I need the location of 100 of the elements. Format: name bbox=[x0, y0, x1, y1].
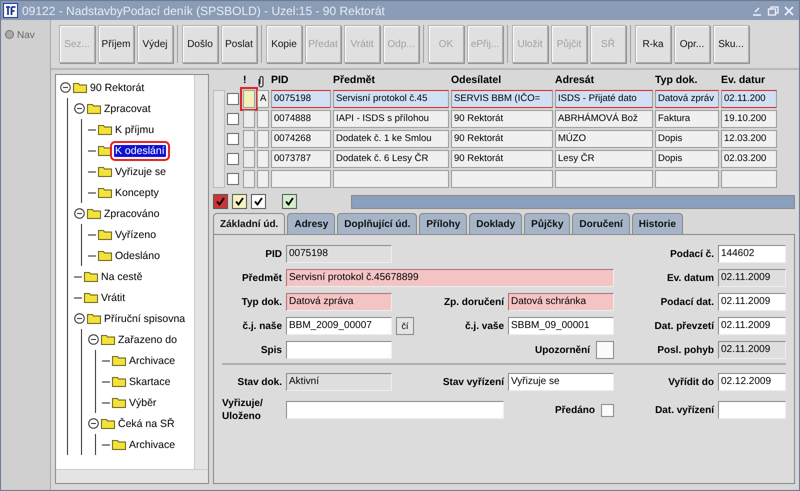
column-header[interactable]: Adresát bbox=[555, 74, 653, 88]
tree-item[interactable]: Zpracováno bbox=[103, 208, 160, 220]
table-cell: 90 Rektorát bbox=[451, 110, 553, 128]
input-field[interactable] bbox=[286, 341, 392, 359]
toolbar-button[interactable]: Došlo bbox=[182, 25, 218, 63]
row-checkbox[interactable] bbox=[227, 133, 239, 145]
toolbar-button[interactable]: Poslat bbox=[221, 25, 257, 63]
collapse-icon[interactable] bbox=[74, 208, 85, 219]
tree-item[interactable]: Vrátit bbox=[100, 292, 126, 304]
table-cell: 90 Rektorát bbox=[451, 150, 553, 168]
table-cell: 0073787 bbox=[271, 150, 331, 168]
tab[interactable]: Základní úd. bbox=[213, 213, 286, 234]
nav-label[interactable]: Nav bbox=[17, 30, 35, 41]
input-field[interactable]: Vyřizuje se bbox=[508, 373, 614, 391]
folder-icon bbox=[73, 82, 87, 93]
tree-item[interactable]: Odesláno bbox=[114, 250, 161, 262]
input-field[interactable] bbox=[596, 341, 614, 359]
toolbar-button[interactable]: Výdej bbox=[137, 25, 173, 63]
row-checkbox[interactable] bbox=[227, 93, 239, 105]
field-label: Vyřídit do bbox=[667, 376, 714, 388]
input-field[interactable]: Aktivní bbox=[286, 373, 392, 391]
tree-item[interactable]: Skartace bbox=[128, 376, 172, 388]
collapse-icon[interactable] bbox=[88, 418, 99, 429]
input-field[interactable]: 02.11.2009 bbox=[718, 293, 786, 311]
table-cell: 19.10.200 bbox=[721, 110, 777, 128]
filter-checkbox[interactable] bbox=[282, 194, 297, 209]
row-checkbox[interactable] bbox=[227, 153, 239, 165]
table-cell: Lesy ČR bbox=[555, 150, 653, 168]
collapse-icon[interactable] bbox=[74, 103, 85, 114]
column-header[interactable]: Odesílatel bbox=[451, 74, 553, 88]
toolbar-button[interactable]: Příjem bbox=[98, 25, 134, 63]
row-checkbox[interactable] bbox=[227, 173, 239, 185]
horizontal-scrollbar[interactable] bbox=[351, 194, 795, 208]
table-cell: 12.03.200 bbox=[721, 130, 777, 148]
tab[interactable]: Půjčky bbox=[524, 213, 570, 234]
paperclip-icon bbox=[257, 74, 265, 88]
tree-item[interactable]: Koncepty bbox=[114, 186, 160, 198]
tree-item[interactable]: Čeká na SŘ bbox=[117, 418, 176, 430]
input-field[interactable] bbox=[286, 401, 504, 419]
tree-item[interactable]: Výběr bbox=[128, 396, 158, 408]
tab[interactable]: Adresy bbox=[287, 213, 336, 234]
input-field[interactable]: 02.11.2009 bbox=[718, 269, 786, 287]
tree-item[interactable]: Zpracovat bbox=[103, 102, 152, 114]
tree-item[interactable]: Na cestě bbox=[100, 270, 144, 282]
tree-item[interactable]: Vyřízeno bbox=[114, 228, 158, 240]
lookup-button[interactable]: čí bbox=[396, 317, 414, 335]
column-header[interactable]: Předmět bbox=[333, 74, 449, 88]
tree-connector bbox=[102, 360, 110, 362]
input-field[interactable]: 0075198 bbox=[286, 245, 392, 263]
checkbox[interactable] bbox=[601, 404, 614, 416]
input-field[interactable] bbox=[718, 401, 786, 419]
tab[interactable]: Doklady bbox=[469, 213, 522, 234]
tree-item[interactable]: Archivace bbox=[128, 354, 176, 366]
column-header[interactable]: Typ dok. bbox=[655, 74, 719, 88]
app-logo-icon bbox=[3, 3, 18, 18]
input-field[interactable]: 02.12.2009 bbox=[718, 373, 786, 391]
tab[interactable]: Historie bbox=[632, 213, 683, 234]
tree-item[interactable]: K odeslání bbox=[114, 144, 166, 156]
tree-item[interactable]: K příjmu bbox=[114, 124, 156, 136]
input-field[interactable]: 02.11.2009 bbox=[718, 341, 786, 359]
table-cell: Dopis bbox=[655, 150, 719, 168]
input-field[interactable]: Servisní protokol č.45678899 bbox=[286, 269, 614, 287]
tab[interactable]: Doplňující úd. bbox=[337, 213, 418, 234]
tree-item[interactable]: Archivace bbox=[128, 438, 176, 450]
toolbar-button[interactable]: Kopie bbox=[266, 25, 302, 63]
field-label: PID bbox=[264, 248, 282, 260]
filter-checkbox[interactable] bbox=[232, 194, 247, 209]
input-field[interactable]: BBM_2009_00007 bbox=[286, 317, 392, 335]
row-checkbox[interactable] bbox=[227, 113, 239, 125]
field-label: Zp. doručení bbox=[443, 296, 504, 308]
toolbar-button[interactable]: Opr... bbox=[674, 25, 710, 63]
horizontal-scrollbar[interactable] bbox=[56, 469, 208, 483]
tab[interactable]: Doručení bbox=[572, 213, 630, 234]
field-label: Upozornění bbox=[535, 344, 590, 356]
input-field[interactable]: 144602 bbox=[718, 245, 786, 263]
tab[interactable]: Přílohy bbox=[419, 213, 468, 234]
column-header[interactable]: ! bbox=[243, 74, 255, 88]
table-cell bbox=[257, 170, 269, 188]
tree-item[interactable]: Příruční spisovna bbox=[103, 312, 186, 324]
toolbar-button[interactable]: R-ka bbox=[635, 25, 671, 63]
tree-item[interactable]: Vyřizuje se bbox=[114, 166, 167, 178]
folder-icon bbox=[98, 187, 112, 198]
input-field[interactable]: Datová schránka bbox=[508, 293, 614, 311]
tree-item[interactable]: 90 Rektorát bbox=[89, 82, 146, 94]
collapse-icon[interactable] bbox=[88, 334, 99, 345]
folder-icon bbox=[84, 271, 98, 282]
filter-checkbox[interactable] bbox=[213, 194, 228, 209]
column-header[interactable]: PID bbox=[271, 74, 331, 88]
collapse-icon[interactable] bbox=[74, 313, 85, 324]
toolbar-button[interactable]: Sku... bbox=[713, 25, 749, 63]
column-header[interactable]: Ev. datur bbox=[721, 74, 777, 88]
input-field[interactable]: SBBM_09_00001 bbox=[508, 317, 614, 335]
vertical-scrollbar[interactable] bbox=[213, 90, 225, 188]
input-field[interactable]: Datová zpráva bbox=[286, 293, 392, 311]
vertical-scrollbar[interactable] bbox=[194, 75, 208, 469]
tree-item[interactable]: Zařazeno do bbox=[117, 334, 178, 346]
input-field[interactable]: 02.11.2009 bbox=[718, 317, 786, 335]
collapse-icon[interactable] bbox=[60, 82, 71, 93]
folder-icon bbox=[112, 439, 126, 450]
filter-checkbox[interactable] bbox=[251, 194, 266, 209]
